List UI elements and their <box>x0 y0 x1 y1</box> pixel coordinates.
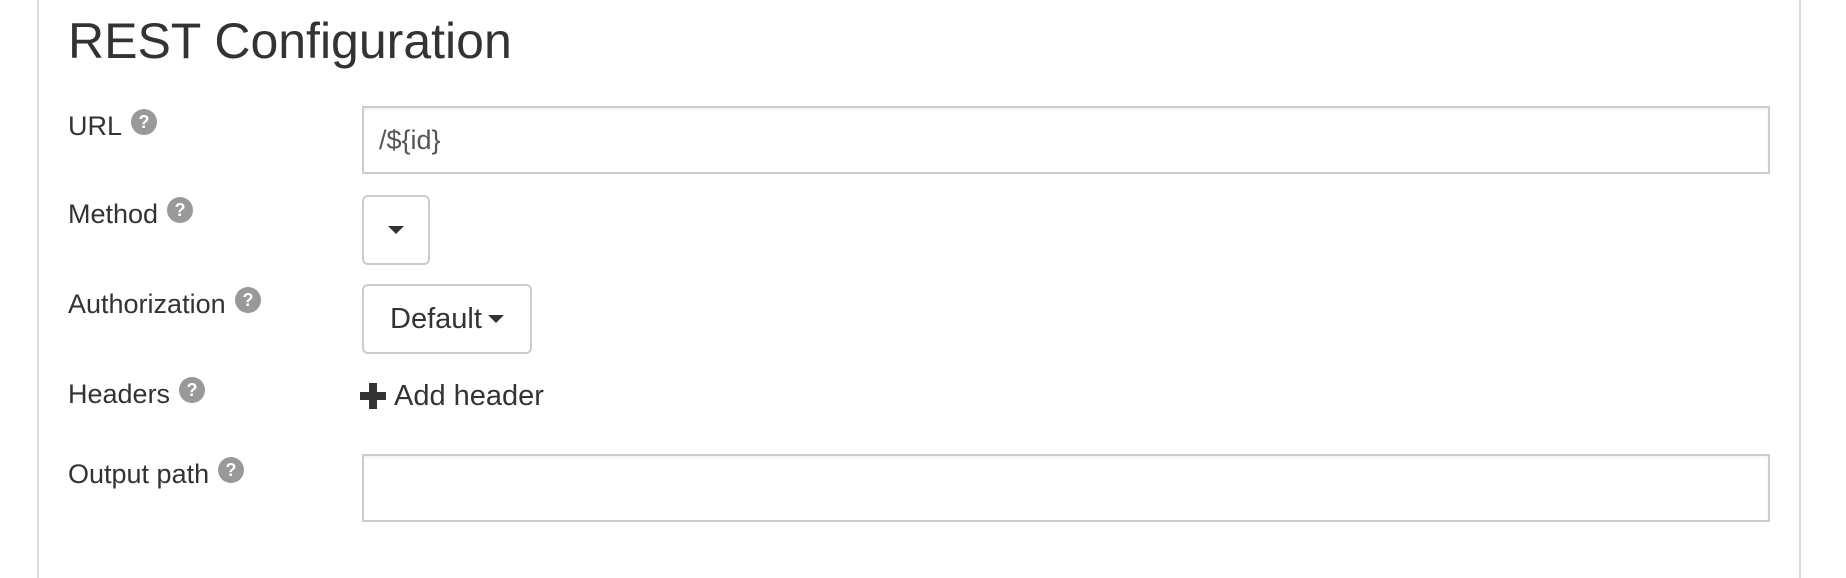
url-label-row: URL ? <box>68 108 158 144</box>
method-help-icon[interactable]: ? <box>167 197 194 223</box>
plus-icon <box>360 383 386 409</box>
add-header-label: Add header <box>394 380 544 412</box>
authorization-help-icon[interactable]: ? <box>234 287 261 313</box>
add-header-button[interactable]: Add header <box>360 378 544 414</box>
authorization-label-row: Authorization ? <box>68 286 261 322</box>
svg-text:?: ? <box>226 460 237 480</box>
output-path-input[interactable] <box>362 454 1770 522</box>
headers-help-icon[interactable]: ? <box>179 377 206 403</box>
url-input[interactable] <box>362 106 1770 174</box>
url-help-icon[interactable]: ? <box>131 109 158 135</box>
authorization-dropdown[interactable]: Default <box>362 284 532 354</box>
output-path-help-icon[interactable]: ? <box>218 457 245 483</box>
output-path-label: Output path <box>68 459 210 489</box>
url-label: URL <box>68 111 123 141</box>
svg-text:?: ? <box>139 112 150 132</box>
svg-text:?: ? <box>242 290 253 310</box>
svg-text:?: ? <box>187 380 198 400</box>
output-path-label-row: Output path ? <box>68 456 245 492</box>
method-label-row: Method ? <box>68 196 194 232</box>
method-label: Method <box>68 199 159 229</box>
headers-label: Headers <box>68 379 171 409</box>
headers-label-row: Headers ? <box>68 376 206 412</box>
section-title: REST Configuration <box>68 13 512 69</box>
authorization-label: Authorization <box>68 289 226 319</box>
svg-text:?: ? <box>175 200 186 220</box>
caret-down-icon <box>388 226 404 234</box>
caret-down-icon <box>487 315 504 323</box>
method-dropdown[interactable] <box>362 195 430 265</box>
authorization-selected: Default <box>390 302 482 335</box>
